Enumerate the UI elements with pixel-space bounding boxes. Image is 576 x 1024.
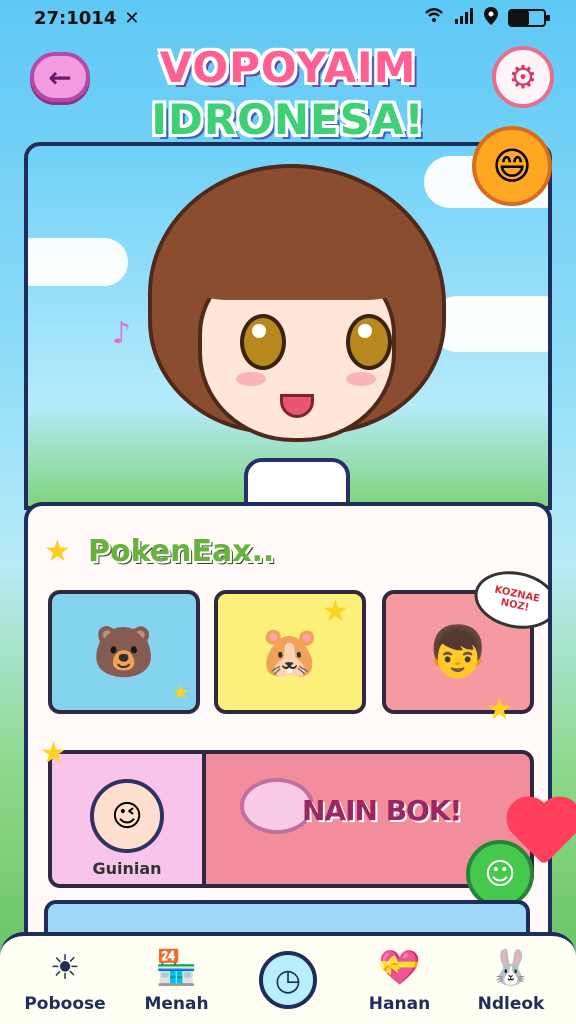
section-title: PokenEax.. [88, 534, 275, 569]
app-logo: VOPOYAIM IDRONESA! [130, 42, 446, 150]
nav-label: Menah [144, 994, 209, 1014]
nav-label: Poboose [24, 994, 106, 1014]
back-button[interactable]: ← [30, 52, 90, 102]
featured-banner[interactable]: 😉 Guinian NAIN BOK! [48, 750, 534, 888]
star-icon: ★ [322, 594, 349, 629]
nav-item-ndleok[interactable]: 🐰 Ndleok [462, 941, 560, 1019]
banner-avatar-panel: 😉 Guinian [52, 754, 206, 884]
music-note-icon: ♪ [112, 316, 132, 351]
status-close-icon: ✕ [124, 7, 140, 29]
star-icon: ★ [44, 533, 71, 569]
gear-icon: ⚙ [508, 58, 538, 96]
nav-item-poboose[interactable]: ☀ Poboose [16, 941, 114, 1019]
hero-scene: ♪ [24, 142, 552, 510]
logo-line-2: IDRONESA! [151, 95, 425, 144]
heart-box-icon: 💝 [378, 948, 421, 988]
smiley-icon[interactable]: 😄 [472, 126, 552, 206]
status-time: 27:1014 [34, 7, 117, 29]
nav-item-menah[interactable]: 🏪 Menah [128, 941, 226, 1019]
star-icon: ★ [486, 692, 513, 727]
banner-avatar: 😉 [90, 779, 164, 853]
banner-label: NAIN BOK! [302, 794, 462, 827]
status-left: 27:1014 ✕ [34, 8, 139, 29]
cloud-right-low [430, 296, 548, 352]
nav-label: Ndleok [477, 994, 545, 1014]
bear-character-icon: 🐻 [92, 622, 156, 681]
sun-icon: ☀ [49, 948, 81, 988]
avatar-right-eye [346, 314, 392, 370]
status-right [424, 6, 550, 30]
status-bar: 27:1014 ✕ [0, 0, 576, 36]
avatar [148, 164, 446, 506]
battery-fill [510, 11, 529, 25]
section-header: ★ PokenEax.. [44, 534, 274, 569]
settings-button[interactable]: ⚙ [492, 46, 554, 108]
nav-item-center[interactable]: ◷ [239, 941, 337, 1019]
avatar-bangs [186, 224, 408, 300]
logo-line-1: VOPOYAIM [159, 43, 417, 92]
shop-icon: 🏪 [155, 948, 198, 988]
green-smile-icon[interactable]: ☺ [466, 840, 534, 908]
bottom-navigation: ☀ Poboose 🏪 Menah ◷ 💝 Hanan 🐰 Ndleok [0, 932, 576, 1024]
location-icon [484, 6, 498, 30]
star-icon: ★ [172, 680, 190, 704]
banner-avatar-name: Guinian [92, 859, 162, 878]
character-card-row: 🐻 🐹 👦 [48, 590, 534, 714]
cloud-left [28, 238, 128, 286]
avatar-left-eye [240, 314, 286, 370]
pink-pet-icon: 🐹 [258, 622, 322, 681]
avatar-left-blush [236, 372, 266, 386]
battery-icon [508, 9, 550, 27]
signal-icon [454, 7, 474, 29]
wifi-icon [424, 7, 444, 29]
star-icon: ★ [40, 736, 67, 771]
character-icon: 🐰 [489, 948, 533, 988]
nav-item-hanan[interactable]: 💝 Hanan [351, 941, 449, 1019]
nav-label: Hanan [368, 994, 431, 1014]
back-arrow-icon: ← [48, 60, 72, 94]
clock-icon: ◷ [259, 951, 317, 1009]
avatar-right-blush [346, 372, 376, 386]
boy-character-icon: 👦 [426, 622, 490, 681]
